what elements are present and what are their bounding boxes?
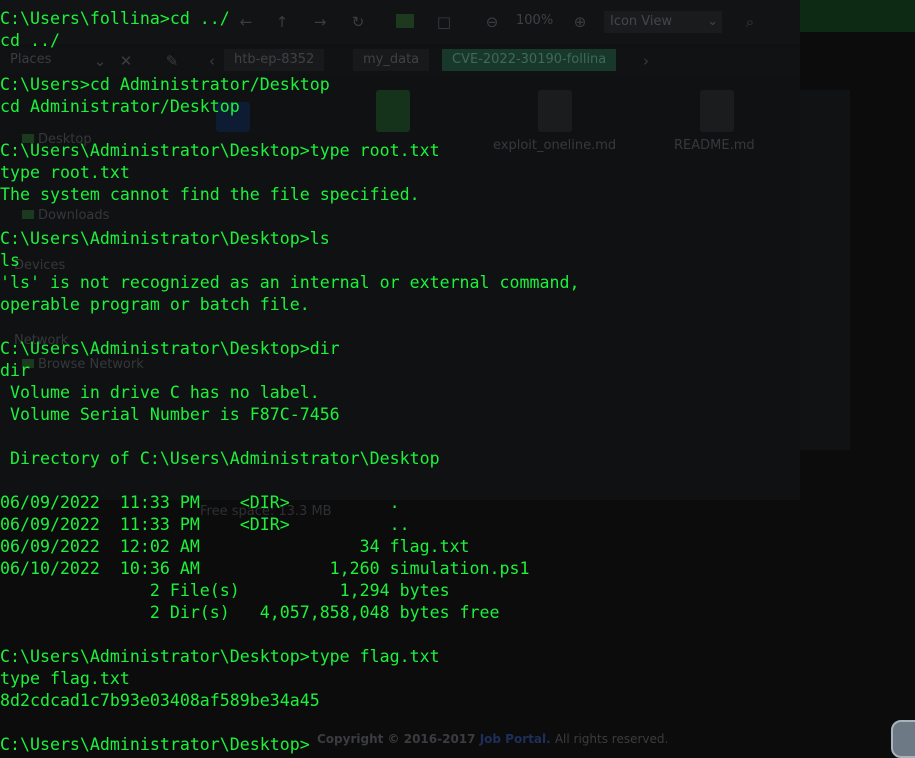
terminal-line: Volume Serial Number is F87C-7456: [0, 405, 340, 424]
terminal-line: C:\Users\Administrator\Desktop>type root…: [0, 141, 440, 160]
terminal-line: 2 File(s) 1,294 bytes: [0, 581, 450, 600]
terminal-line: The system cannot find the file specifie…: [0, 185, 420, 204]
terminal-line: C:\Users\Administrator\Desktop>: [0, 735, 310, 754]
terminal-line: 06/10/2022 10:36 AM 1,260 simulation.ps1: [0, 559, 530, 578]
terminal-line: type flag.txt: [0, 669, 130, 688]
terminal-line: C:\Users\Administrator\Desktop>ls: [0, 229, 330, 248]
terminal-line: ls: [0, 251, 20, 270]
terminal-line: 06/09/2022 12:02 AM 34 flag.txt: [0, 537, 470, 556]
terminal-line: 06/09/2022 11:33 PM <DIR> ..: [0, 515, 410, 534]
terminal-line: cd Administrator/Desktop: [0, 97, 240, 116]
terminal-output[interactable]: C:\Users\follina>cd ../ cd ../ C:\Users>cd…: [0, 8, 915, 756]
terminal-line: Volume in drive C has no label.: [0, 383, 320, 402]
terminal-line: C:\Users>cd Administrator/Desktop: [0, 75, 330, 94]
terminal-line: 'ls' is not recognized as an internal or…: [0, 273, 580, 292]
terminal-line: type root.txt: [0, 163, 130, 182]
terminal-line: operable program or batch file.: [0, 295, 310, 314]
terminal-line: 06/09/2022 11:33 PM <DIR> .: [0, 493, 400, 512]
terminal-line: Directory of C:\Users\Administrator\Desk…: [0, 449, 440, 468]
terminal-line: 2 Dir(s) 4,057,858,048 bytes free: [0, 603, 500, 622]
terminal-line: C:\Users\Administrator\Desktop>dir: [0, 339, 340, 358]
terminal-line: cd ../: [0, 31, 60, 50]
terminal-line: 8d2cdcad1c7b93e03408af589be34a45: [0, 691, 320, 710]
terminal-line: C:\Users\Administrator\Desktop>type flag…: [0, 647, 440, 666]
terminal-line: dir: [0, 361, 30, 380]
terminal-line: C:\Users\follina>cd ../: [0, 9, 230, 28]
